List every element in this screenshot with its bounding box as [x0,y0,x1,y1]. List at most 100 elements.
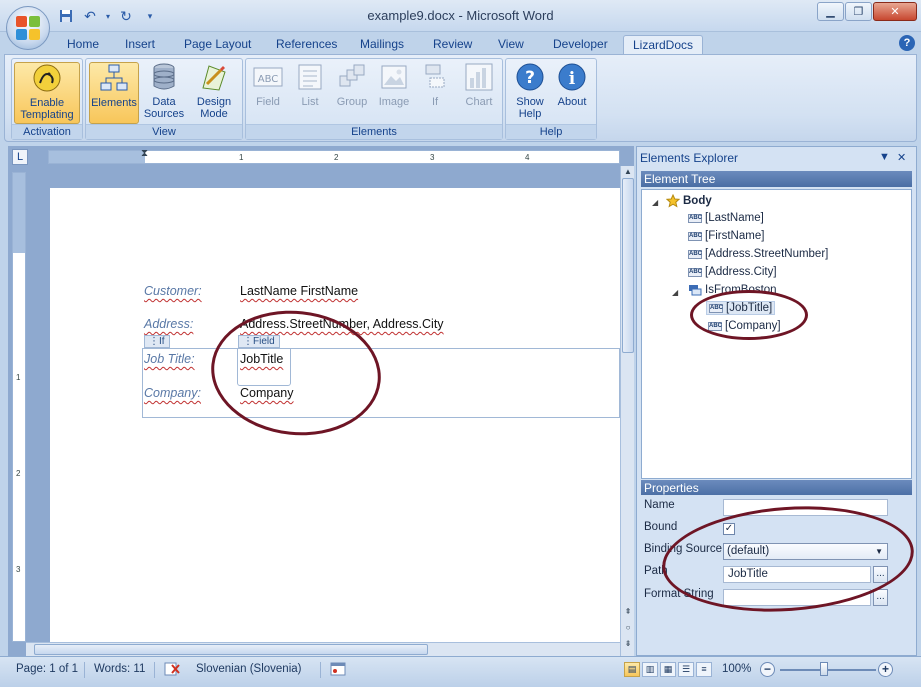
full-screen-reading-view-button[interactable]: ▥ [642,662,658,677]
word-count[interactable]: Words: 11 [94,663,145,675]
about-label: About [557,96,587,108]
zoom-slider-track[interactable] [780,669,876,671]
if-tag[interactable]: ⋮If [144,335,170,348]
if-button[interactable]: If [420,62,450,124]
page-count[interactable]: Page: 1 of 1 [16,663,78,675]
tab-review[interactable]: Review [424,35,481,54]
vertical-ruler[interactable]: 1 2 3 [12,172,26,642]
tree-node-city[interactable]: ABC [Address.City] [688,266,777,278]
panel-dropdown-icon[interactable]: ▼ [879,151,890,163]
address-label: Address: [144,317,194,331]
zoom-out-button[interactable]: − [760,662,775,677]
show-help-button[interactable]: ? Show Help [510,62,550,124]
zoom-slider-thumb[interactable] [820,662,828,676]
web-layout-view-button[interactable]: ▦ [660,662,676,677]
path-browse-button[interactable]: ... [873,566,888,583]
vertical-scroll-thumb[interactable] [622,178,634,353]
indent-marker-icon[interactable]: ⧗ [141,148,148,159]
minimize-button[interactable]: ▁ [817,2,844,21]
customer-label: Customer: [144,284,202,298]
tab-references[interactable]: References [267,35,346,54]
design-mode-icon [202,65,226,91]
lizard-icon [33,64,61,92]
chart-label: Chart [465,96,493,108]
vruler-mark-3: 3 [16,565,21,574]
ribbon: Enable Templating Activation Elements Da… [4,54,917,142]
customer-value[interactable]: LastName FirstName [240,284,358,298]
ruler-mark-1: 1 [239,153,244,162]
data-sources-button[interactable]: Data Sources [141,62,187,124]
path-field[interactable]: JobTitle [723,566,871,583]
enable-templating-button[interactable]: Enable Templating [14,62,80,124]
tab-lizarddocs[interactable]: LizardDocs [623,35,704,54]
if-content-control[interactable] [142,348,620,418]
element-tree-header: Element Tree [641,171,912,187]
document-page[interactable]: Customer: LastName FirstName Address: Ad… [50,188,620,644]
jobtitle-value[interactable]: JobTitle [240,352,283,366]
svg-text:i: i [569,69,576,89]
element-tree[interactable]: ◢ Body ABC [LastName] ABC [FirstName] ABC[… [641,189,912,479]
about-button[interactable]: i About [552,62,592,124]
design-mode-button[interactable]: Design Mode [189,62,239,124]
horizontal-ruler[interactable]: 1 2 3 4 ⧗ [48,148,620,164]
group-button[interactable]: Group [334,62,370,124]
collapse-isfromboston-icon[interactable]: ◢ [672,288,678,297]
explorer-title: Elements Explorer [640,151,739,165]
proofing-icon[interactable] [163,661,181,680]
horizontal-scroll-thumb[interactable] [34,644,428,655]
tree-node-jobtitle[interactable]: ABC [JobTitle] [706,301,776,315]
group-label-elements: Elements [246,124,502,139]
binding-source-select[interactable]: (default) ▼ [723,543,888,560]
tab-mailings[interactable]: Mailings [351,35,413,54]
elements-button[interactable]: Elements [89,62,139,124]
scroll-down-page-icon[interactable]: ⇟ [622,638,634,650]
tree-node-street[interactable]: ABC [Address.StreetNumber] [688,248,828,260]
tree-node-company[interactable]: ABC [Company] [708,320,781,332]
format-string-label: Format String [644,588,714,600]
tab-stop-selector[interactable]: L [12,149,28,165]
abc-icon: ABC [688,231,702,241]
outline-view-button[interactable]: ☰ [678,662,694,677]
panel-close-icon[interactable]: ✕ [897,151,906,164]
bound-checkbox[interactable]: ✓ [723,523,735,535]
zoom-level[interactable]: 100% [722,663,751,675]
zoom-in-button[interactable]: + [878,662,893,677]
vertical-scrollbar[interactable]: ▲ ⇞ ○ ⇟ [620,166,634,656]
macro-record-icon[interactable] [330,661,346,680]
tree-node-firstname[interactable]: ABC [FirstName] [688,230,764,242]
tab-developer[interactable]: Developer [544,35,617,54]
close-button[interactable]: ✕ [873,2,917,21]
scroll-up-icon[interactable]: ▲ [622,166,634,178]
properties-panel: Name Bound ✓ Binding Source (default) ▼ … [641,495,912,651]
list-label: List [301,96,319,108]
company-value[interactable]: Company [240,386,294,400]
image-label: Image [378,96,410,108]
image-button[interactable]: Image [376,62,412,124]
language-status[interactable]: Slovenian (Slovenia) [196,663,301,675]
list-button[interactable]: List [292,62,328,124]
tree-node-isfromboston[interactable]: IsFromBoston [688,284,777,296]
tab-page-layout[interactable]: Page Layout [175,35,260,54]
tree-node-lastname[interactable]: ABC [LastName] [688,212,764,224]
horizontal-scrollbar[interactable] [26,642,620,656]
print-layout-view-button[interactable]: ▤ [624,662,640,677]
scroll-up-page-icon[interactable]: ⇞ [622,606,634,618]
tree-node-isfromboston-label: IsFromBoston [705,284,777,296]
help-icon[interactable]: ? [899,35,915,51]
tab-home[interactable]: Home [58,35,108,54]
field-button[interactable]: ABC Field [250,62,286,124]
collapse-body-icon[interactable]: ◢ [652,198,658,207]
tree-node-body[interactable]: Body [666,194,712,208]
office-button[interactable] [6,6,50,50]
draft-view-button[interactable]: ≡ [696,662,712,677]
restore-button[interactable]: ❐ [845,2,872,21]
tab-view[interactable]: View [489,35,533,54]
format-string-field[interactable] [723,589,871,606]
tab-insert[interactable]: Insert [116,35,164,54]
address-value[interactable]: Address.StreetNumber, Address.City [240,317,444,331]
format-string-browse-button[interactable]: ... [873,589,888,606]
chart-button[interactable]: Chart [460,62,498,124]
browse-object-icon[interactable]: ○ [622,622,634,634]
name-field[interactable] [723,499,888,516]
field-tag[interactable]: ⋮Field [238,335,280,348]
